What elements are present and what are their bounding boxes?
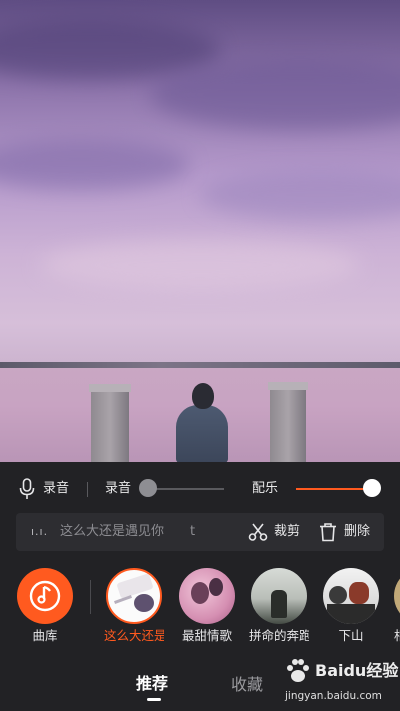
tab-recommend[interactable]: 推荐 (136, 673, 168, 695)
music-item-title: 拼命的奔跑 (249, 628, 309, 643)
cloud (200, 170, 400, 220)
album-cover (394, 568, 400, 624)
cloud (40, 240, 360, 290)
lyric-text: 这么大还是遇见你 (60, 524, 165, 539)
music-item[interactable] (251, 568, 307, 624)
photo-preview (0, 0, 400, 462)
music-library-button[interactable] (17, 568, 73, 624)
music-note-icon (29, 580, 61, 612)
list-divider (90, 580, 91, 614)
library-cover (17, 568, 73, 624)
post-cap-left (89, 384, 131, 392)
watermark-url: jingyan.baidu.com (285, 690, 382, 702)
wooden-post-right (270, 386, 306, 462)
music-item[interactable] (394, 568, 400, 624)
tab-favorites[interactable]: 收藏 (231, 674, 263, 696)
music-item-title: 相 (394, 627, 400, 645)
post-cap-right (268, 382, 308, 390)
baidu-jingyan-watermark: Baidu经验 jingyan.baidu.com (283, 655, 398, 705)
record-volume-track[interactable] (148, 488, 224, 490)
scissors-icon[interactable] (248, 522, 268, 542)
album-cover (323, 568, 379, 624)
microphone-icon[interactable] (18, 478, 36, 500)
cut-button[interactable]: 裁剪 (274, 521, 300, 543)
album-cover (251, 568, 307, 624)
divider (87, 482, 88, 497)
watermark-brand: Baidu经验 (315, 661, 399, 680)
record-volume-label: 录音 (105, 481, 132, 496)
lyric-trailing-char: t (190, 524, 196, 539)
music-item[interactable] (323, 568, 379, 624)
wooden-post-left (91, 388, 129, 462)
music-item[interactable] (179, 568, 235, 624)
lyric-indicator: ı.ı. (31, 525, 49, 538)
music-library-label: 曲库 (32, 628, 58, 643)
person-silhouette (176, 405, 228, 462)
music-volume-label: 配乐 (252, 481, 279, 496)
album-cover (179, 568, 235, 624)
cloud (150, 60, 400, 130)
music-item-title: 这么大还是遇见你 (104, 628, 164, 643)
trash-icon[interactable] (318, 522, 338, 542)
album-cover (106, 568, 162, 624)
music-item-title: 下山 (338, 628, 364, 643)
cloud (0, 140, 190, 190)
record-volume-slider-handle[interactable] (139, 479, 157, 497)
delete-button[interactable]: 删除 (344, 521, 370, 543)
person-head (192, 383, 214, 409)
music-volume-track[interactable] (296, 488, 372, 490)
music-item[interactable] (106, 568, 162, 624)
record-button[interactable]: 录音 (43, 478, 69, 500)
active-tab-indicator (147, 698, 161, 701)
music-item-title: 最甜情歌 (181, 628, 232, 643)
paw-logo-icon (287, 659, 309, 682)
music-volume-slider-handle[interactable] (363, 479, 381, 497)
